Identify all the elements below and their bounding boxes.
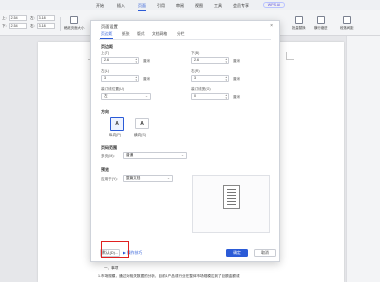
unit-label: 厘米 [233,59,241,63]
gutter-position-select[interactable]: 左 ⌄ [101,93,151,100]
doc-line: 一、事项 [104,266,119,270]
unit-label: 厘米 [143,77,151,81]
unit-label: 厘米 [233,77,241,81]
tab-doc-grid[interactable]: 文档网格 [152,32,167,37]
spin-icon[interactable]: ▴ ▾ [135,58,137,64]
menu-tools[interactable]: 工具 [214,3,222,9]
ribbon-paper-page-label: 稿纸页面大小 [64,26,85,30]
doc-line: 1.市场规模，通过对相关数据的分析，目前1产品或行业在整体市场规模达到了巨额金额… [98,274,240,278]
chevron-down-icon: ⌄ [144,94,148,98]
spin-icon[interactable]: ▴ ▾ [135,76,137,82]
menu-view[interactable]: 视图 [195,3,203,9]
bottom-margin-label: 下(B) [191,51,200,55]
ribbon-batch-replace-label: 批量替换 [292,26,306,30]
section-orientation-title: 方向 [101,109,109,114]
landscape-icon: A [140,120,144,127]
ok-button[interactable]: 确定 [226,249,248,257]
tab-divider [99,39,271,40]
close-icon[interactable]: × [270,23,273,29]
right-margin-value: 3 [194,76,196,80]
menu-page[interactable]: 页面 [138,3,146,11]
bottom-margin-value: 2.6 [194,58,199,62]
ribbon-margin-left[interactable]: 左: 3.18 [30,15,62,21]
tab-columns[interactable]: 分栏 [177,32,185,37]
unit-label: 厘米 [233,95,241,99]
batch-replace-icon [294,16,303,24]
gutter-position-value: 左 [104,94,108,98]
ribbon-margin-top-input[interactable]: 2.54 [8,15,27,21]
spin-icon[interactable]: ▴ ▾ [225,76,227,82]
paragraph-spacing-icon [342,16,351,24]
apply-to-select[interactable]: 整篇文档 ⌄ [123,175,173,182]
portrait-label: 纵向(P) [109,133,121,137]
landscape-option[interactable]: A [135,118,149,129]
apply-to-label: 应用于(Y): [101,177,118,181]
page-preview [192,175,270,233]
ribbon-separator [60,17,61,31]
ribbon-margin-left-label: 左: [30,15,35,20]
spin-icon[interactable]: ▴ ▾ [225,58,227,64]
ribbon-margin-left-input[interactable]: 3.18 [36,15,55,21]
gutter-width-label: 装订线宽(G) [191,87,211,91]
left-margin-label: 左(L) [101,69,109,73]
section-preview-title: 预览 [101,167,109,172]
gutter-position-label: 装订线位置(U) [101,87,124,91]
left-margin-input[interactable]: 3 ▴ ▾ [101,75,139,82]
multi-pages-label: 多页(M): [101,154,115,158]
ribbon-batch-replace-button[interactable]: 批量替换 [292,16,306,30]
section-pages-title: 页码范围 [101,145,117,150]
preview-page-thumbnail [223,185,240,209]
portrait-icon: A [115,121,119,127]
indent-icon [316,16,325,24]
portrait-option[interactable]: A [110,117,124,131]
tab-layout[interactable]: 版式 [137,32,145,37]
dialog-title: 页面设置 [101,24,118,29]
top-margin-value: 2.6 [104,58,109,62]
page-setup-dialog: 页面设置 × 页边距 纸张 版式 文档网格 分栏 页边距 上(T) 2.6 ▴ ▾ … [90,20,280,262]
page-size-icon [70,16,79,24]
multi-pages-value: 普通 [126,153,134,157]
gutter-width-value: 0 [194,94,196,98]
left-margin-value: 3 [104,76,106,80]
ribbon-margin-bottom-input[interactable]: 2.54 [8,23,27,29]
chevron-down-icon: ⌄ [166,176,170,180]
gutter-width-input[interactable]: 0 ▴ ▾ [191,93,229,100]
ribbon-margin-right-input[interactable]: 3.18 [36,23,55,29]
tips-link-label: 操作技巧 [126,251,143,255]
ribbon-spacing-button[interactable]: 段落间距 [340,16,354,30]
menu-insert[interactable]: 插入 [117,3,125,9]
menu-member[interactable]: 会员专享 [233,3,249,9]
cancel-button[interactable]: 取消 [254,249,276,257]
multi-pages-select[interactable]: 普通 ⌄ [123,152,187,159]
ribbon-margin-bottom-label: 下: [2,23,7,28]
ribbon-spacing-label: 段落间距 [340,26,354,30]
ribbon-indent-button[interactable]: 横行缩进 [314,16,328,30]
chevron-down-icon: ⌄ [180,153,184,157]
unit-label: 厘米 [143,59,151,63]
bottom-margin-input[interactable]: 2.6 ▴ ▾ [191,57,229,64]
menu-review[interactable]: 审阅 [176,3,184,9]
ribbon-margin-right[interactable]: 右: 3.18 [30,23,62,29]
right-margin-input[interactable]: 3 ▴ ▾ [191,75,229,82]
section-margins-title: 页边距 [101,44,113,49]
right-margin-label: 右(R) [191,69,200,73]
landscape-label: 横向(S) [134,133,146,137]
menu-bar: 开始 插入 页面 引用 审阅 视图 工具 会员专享 WPS AI [0,0,380,11]
highlight-box [101,241,129,258]
tab-paper[interactable]: 纸张 [122,32,130,37]
apply-to-value: 整篇文档 [126,176,141,180]
top-margin-input[interactable]: 2.6 ▴ ▾ [101,57,139,64]
spin-icon[interactable]: ▴ ▾ [225,94,227,100]
menu-start[interactable]: 开始 [96,3,104,9]
ribbon-paper-page-button[interactable]: 稿纸页面大小 [64,16,84,30]
tab-margins[interactable]: 页边距 [99,32,114,39]
right-side-pane [346,36,380,282]
top-margin-label: 上(T) [101,51,110,55]
margin-corner-mark [286,52,294,60]
wps-ai-button[interactable]: WPS AI [263,2,285,8]
menu-reference[interactable]: 引用 [157,3,165,9]
ribbon-indent-label: 横行缩进 [314,26,328,30]
ribbon-margin-top-label: 上: [2,15,7,20]
ribbon-margin-right-label: 右: [30,23,35,28]
